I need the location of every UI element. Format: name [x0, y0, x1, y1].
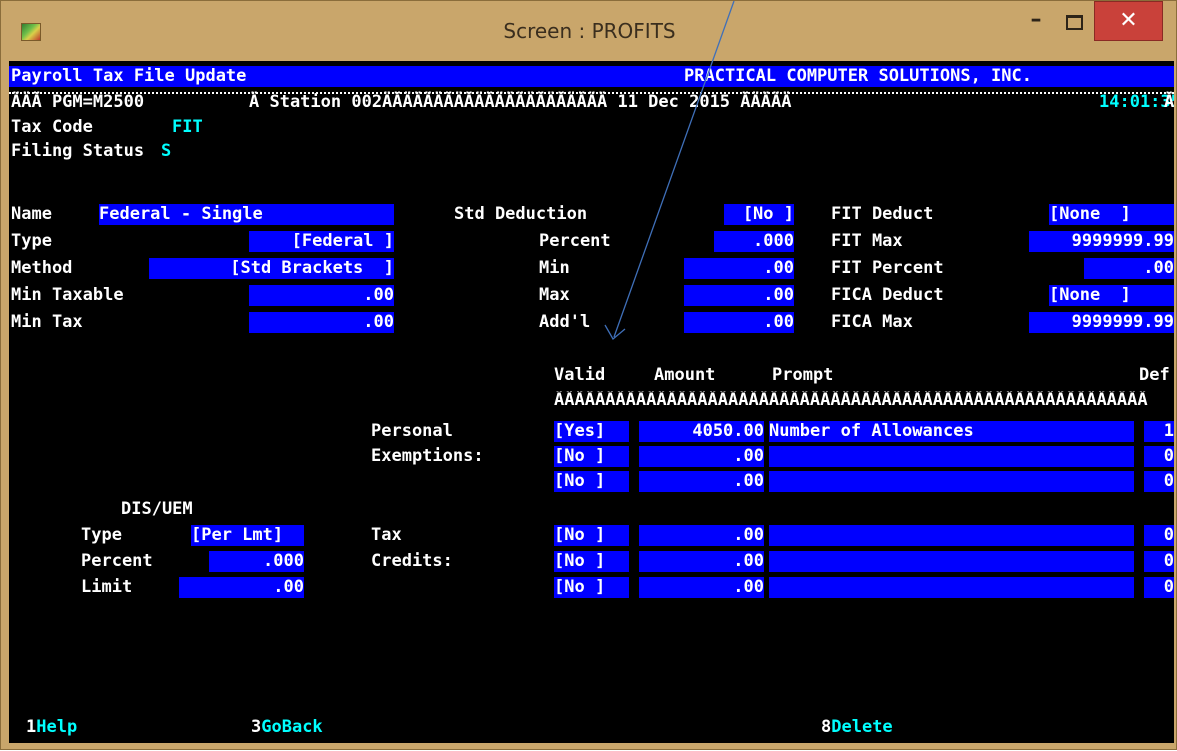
minimize-button[interactable]: –	[1019, 1, 1053, 41]
credit-1-valid[interactable]: [No ]	[554, 525, 629, 546]
min-tax-label: Min Tax	[11, 312, 83, 332]
name-field[interactable]: Federal - Single	[99, 204, 394, 225]
min-field[interactable]: .00	[684, 258, 794, 279]
title-bar[interactable]: Screen : PROFITS – ✕	[1, 1, 1176, 61]
credit-3-amount[interactable]: .00	[639, 577, 764, 598]
exemption-2-def[interactable]: 0	[1144, 446, 1174, 467]
fit-percent-label: FIT Percent	[831, 258, 944, 278]
filing-status-value: S	[161, 141, 172, 161]
exemption-1-amount[interactable]: 4050.00	[639, 421, 764, 442]
min-taxable-field[interactable]: .00	[249, 285, 394, 306]
disuem-percent-field[interactable]: .000	[209, 551, 304, 572]
disuem-title: DIS/UEM	[121, 499, 193, 519]
maximize-button[interactable]	[1053, 1, 1093, 41]
fit-max-field[interactable]: 9999999.99	[1029, 231, 1174, 252]
exemption-1-def[interactable]: 1	[1144, 421, 1174, 442]
col-prompt-header: Prompt	[772, 365, 834, 385]
exemption-3-prompt[interactable]	[769, 471, 1134, 492]
fkey-delete-label: Delete	[831, 717, 893, 737]
fit-deduct-label: FIT Deduct	[831, 204, 934, 224]
fit-max-label: FIT Max	[831, 231, 903, 251]
fkey-delete[interactable]: 8Delete	[821, 717, 893, 738]
addl-label: Add'l	[539, 312, 591, 332]
credit-3-prompt[interactable]	[769, 577, 1134, 598]
disuem-type-label: Type	[81, 525, 122, 545]
disuem-limit-label: Limit	[81, 577, 133, 597]
fkey-help[interactable]: 1Help	[26, 717, 77, 738]
credit-3-def[interactable]: 0	[1144, 577, 1174, 598]
fkey-delete-number: 8	[821, 717, 832, 737]
exemption-3-valid[interactable]: [No ]	[554, 471, 629, 492]
max-field[interactable]: .00	[684, 285, 794, 306]
col-amount-header: Amount	[654, 365, 716, 385]
exemption-3-amount[interactable]: .00	[639, 471, 764, 492]
disuem-percent-label: Percent	[81, 551, 153, 571]
type-label: Type	[11, 231, 52, 251]
fica-max-label: FICA Max	[831, 312, 913, 332]
credit-2-amount[interactable]: .00	[639, 551, 764, 572]
credit-2-prompt[interactable]	[769, 551, 1134, 572]
name-label: Name	[11, 204, 52, 224]
credit-1-def[interactable]: 0	[1144, 525, 1174, 546]
program-id: ÄÄÄ PGM=M2500	[11, 92, 145, 112]
credit-1-amount[interactable]: .00	[639, 525, 764, 546]
credit-1-prompt[interactable]	[769, 525, 1134, 546]
terminal-screen: Payroll Tax File Update PRACTICAL COMPUT…	[9, 61, 1174, 743]
credit-2-valid[interactable]: [No ]	[554, 551, 629, 572]
fkey-goback-label: GoBack	[261, 717, 323, 737]
exemptions-label: Exemptions:	[371, 446, 484, 466]
max-label: Max	[539, 285, 570, 305]
min-tax-field[interactable]: .00	[249, 312, 394, 333]
credits-label: Credits:	[371, 551, 453, 571]
exemption-2-valid[interactable]: [No ]	[554, 446, 629, 467]
disuem-type-field[interactable]: [Per Lmt]	[191, 525, 304, 546]
percent-field[interactable]: .000	[714, 231, 794, 252]
fkey-help-label: Help	[36, 717, 78, 737]
credit-2-def[interactable]: 0	[1144, 551, 1174, 572]
fica-max-field[interactable]: 9999999.99	[1029, 312, 1174, 333]
percent-label: Percent	[539, 231, 611, 251]
credit-3-valid[interactable]: [No ]	[554, 577, 629, 598]
screen-title: Payroll Tax File Update	[11, 66, 247, 86]
fit-percent-field[interactable]: .00	[1084, 258, 1174, 279]
maximize-icon	[1066, 15, 1083, 30]
close-button[interactable]: ✕	[1094, 1, 1163, 41]
exemption-1-prompt[interactable]: Number of Allowances	[769, 421, 1134, 442]
addl-field[interactable]: .00	[684, 312, 794, 333]
std-deduction-field[interactable]: [No ]	[724, 204, 794, 225]
col-def-header: Def	[1139, 365, 1170, 385]
window-title: Screen : PROFITS	[503, 19, 676, 43]
filing-status-label: Filing Status	[11, 141, 145, 161]
station-date: Ä Station 002ÄÄÄÄÄÄÄÄÄÄÄÄÄÄÄÄÄÄÄÄÄÄ 11 D…	[249, 92, 792, 112]
tax-label: Tax	[371, 525, 402, 545]
tax-code-value: FIT	[172, 117, 203, 137]
exemption-2-prompt[interactable]	[769, 446, 1134, 467]
clock-time: 14:01:35	[1099, 92, 1174, 112]
fica-deduct-field[interactable]: [None ]	[1049, 285, 1174, 306]
fkey-goback[interactable]: 3GoBack	[251, 717, 323, 738]
method-label: Method	[11, 258, 73, 278]
fit-deduct-field[interactable]: [None ]	[1049, 204, 1174, 225]
std-deduction-label: Std Deduction	[454, 204, 588, 224]
min-taxable-label: Min Taxable	[11, 285, 124, 305]
terminal-window: Screen : PROFITS – ✕ Payroll Tax File Up…	[0, 0, 1177, 750]
clock-trail: Ä	[1164, 92, 1174, 112]
exemption-3-def[interactable]: 0	[1144, 471, 1174, 492]
fkey-help-number: 1	[26, 717, 37, 737]
type-field[interactable]: [Federal ]	[249, 231, 394, 252]
exemption-2-amount[interactable]: .00	[639, 446, 764, 467]
tax-code-label: Tax Code	[11, 117, 93, 137]
column-separator: ÄÄÄÄÄÄÄÄÄÄÄÄÄÄÄÄÄÄÄÄÄÄÄÄÄÄÄÄÄÄÄÄÄÄÄÄÄÄÄÄ…	[554, 391, 1148, 409]
exemption-1-valid[interactable]: [Yes]	[554, 421, 629, 442]
fica-deduct-label: FICA Deduct	[831, 285, 944, 305]
min-label: Min	[539, 258, 570, 278]
company-name: PRACTICAL COMPUTER SOLUTIONS, INC.	[684, 66, 1032, 86]
disuem-limit-field[interactable]: .00	[179, 577, 304, 598]
col-valid-header: Valid	[554, 365, 606, 385]
personal-label: Personal	[371, 421, 453, 441]
fkey-goback-number: 3	[251, 717, 262, 737]
method-field[interactable]: [Std Brackets ]	[149, 258, 394, 279]
